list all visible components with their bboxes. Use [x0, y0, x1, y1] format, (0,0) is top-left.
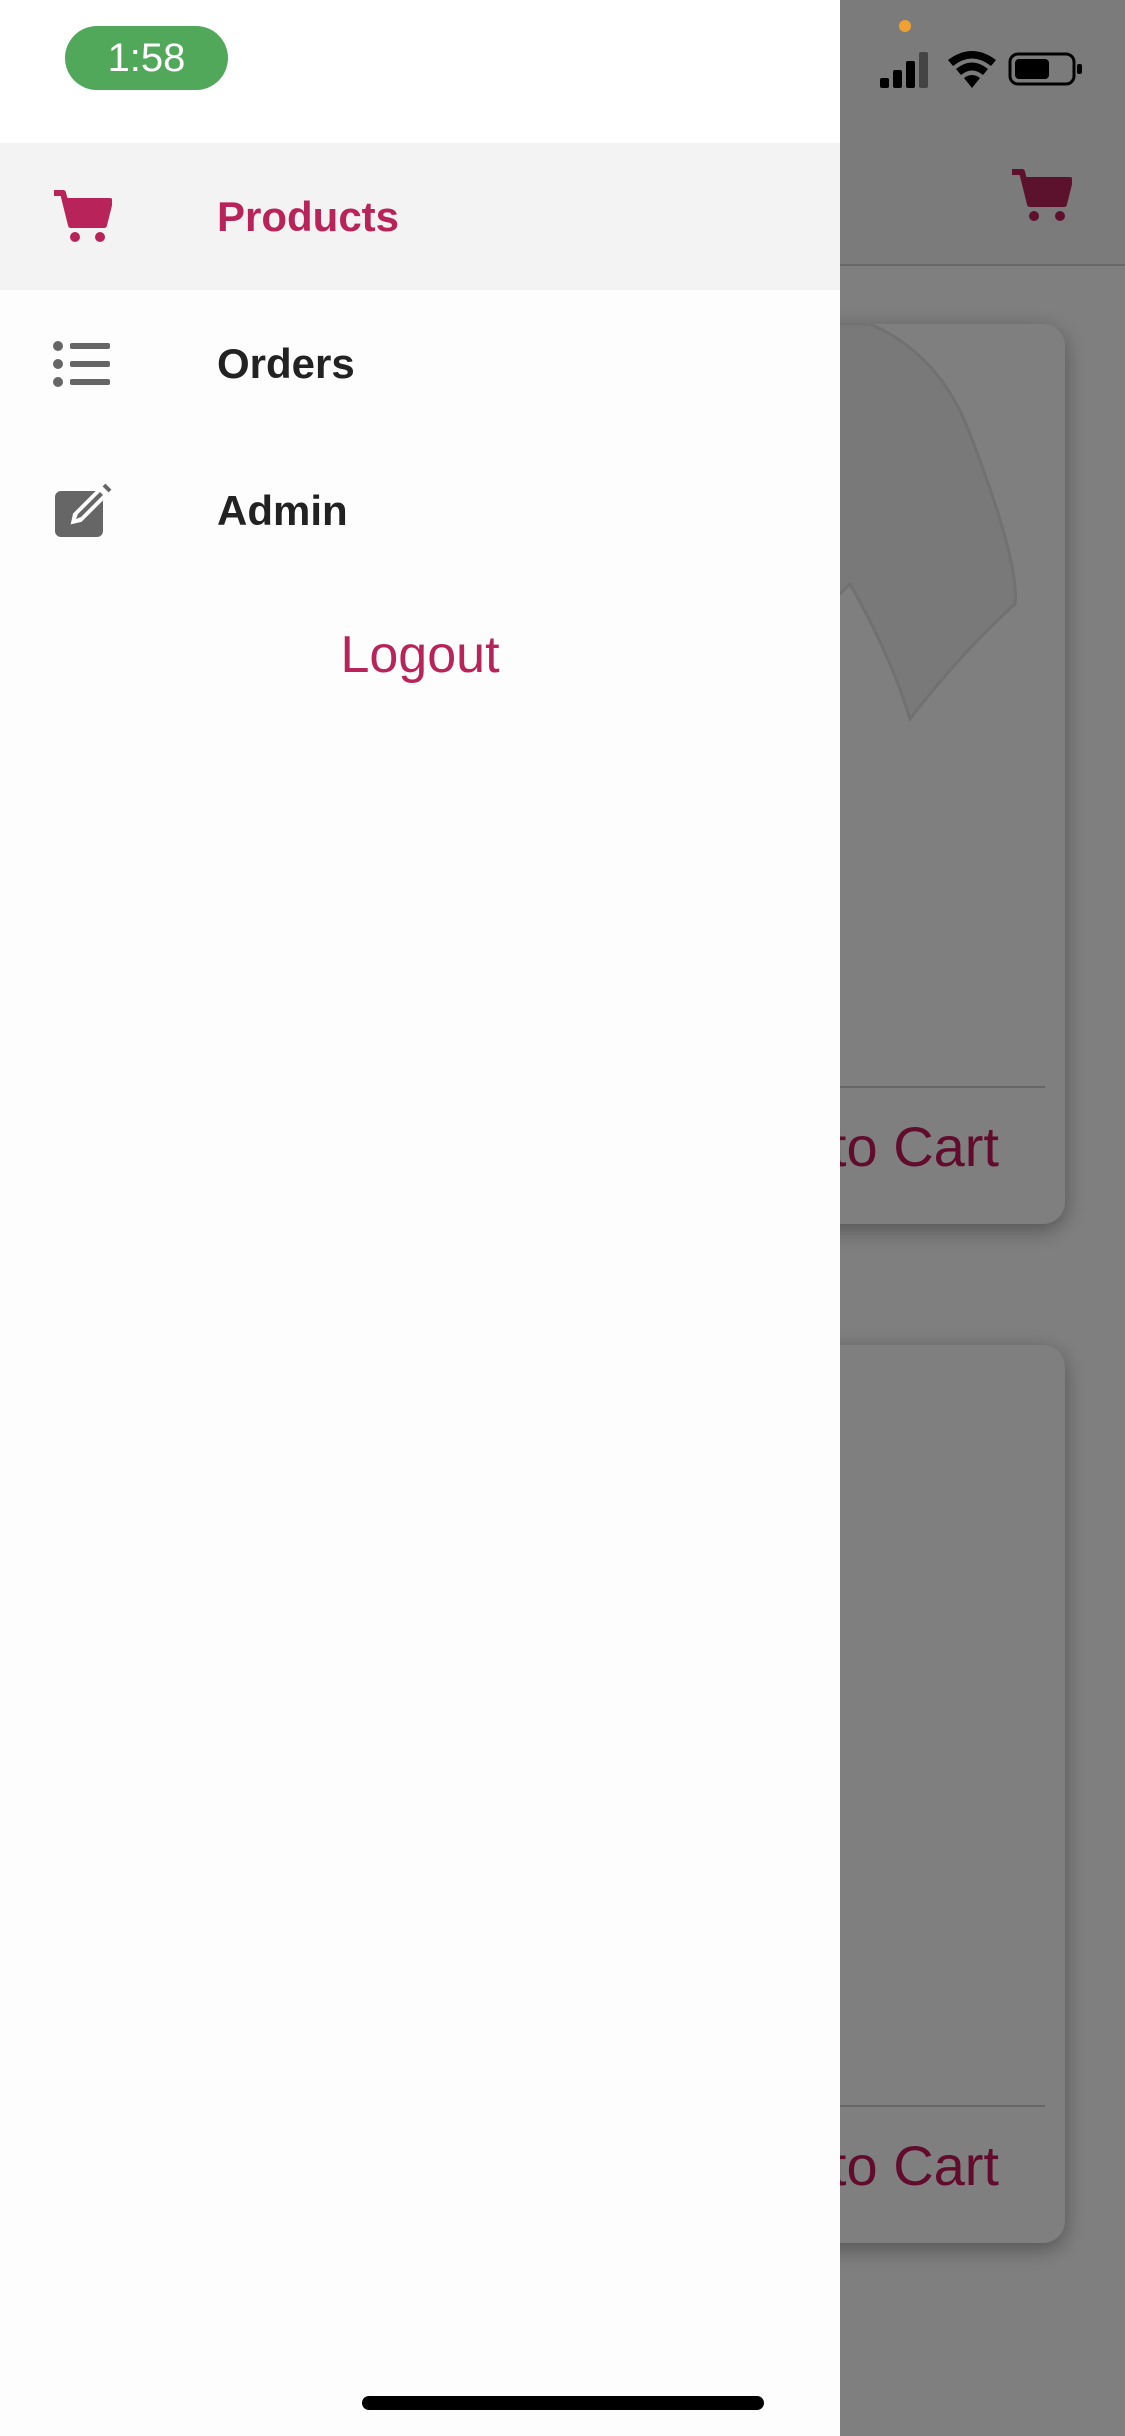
- battery-icon: [1008, 52, 1082, 86]
- navigation-drawer: 1:58 Products Orders Admin Logout: [0, 0, 840, 2436]
- drawer-item-label: Orders: [217, 340, 355, 387]
- logout-button[interactable]: Logout: [0, 610, 840, 700]
- status-time: 1:58: [65, 26, 228, 90]
- cart-icon: [54, 190, 112, 242]
- drawer-item-label: Admin: [217, 487, 348, 534]
- home-indicator[interactable]: [362, 2396, 764, 2410]
- list-icon: [53, 341, 110, 387]
- cellular-signal-icon: [880, 52, 928, 88]
- drawer-item-label: Products: [217, 193, 400, 240]
- drawer-item-products[interactable]: Products: [0, 143, 840, 290]
- wifi-icon: [948, 51, 996, 88]
- drawer-item-admin[interactable]: Admin: [0, 437, 840, 584]
- drawer-item-orders[interactable]: Orders: [0, 290, 840, 437]
- app-screen: Add to Cart Add to Cart 1:58: [0, 0, 1125, 2436]
- privacy-indicator-dot: [899, 20, 911, 32]
- edit-icon: [55, 483, 112, 537]
